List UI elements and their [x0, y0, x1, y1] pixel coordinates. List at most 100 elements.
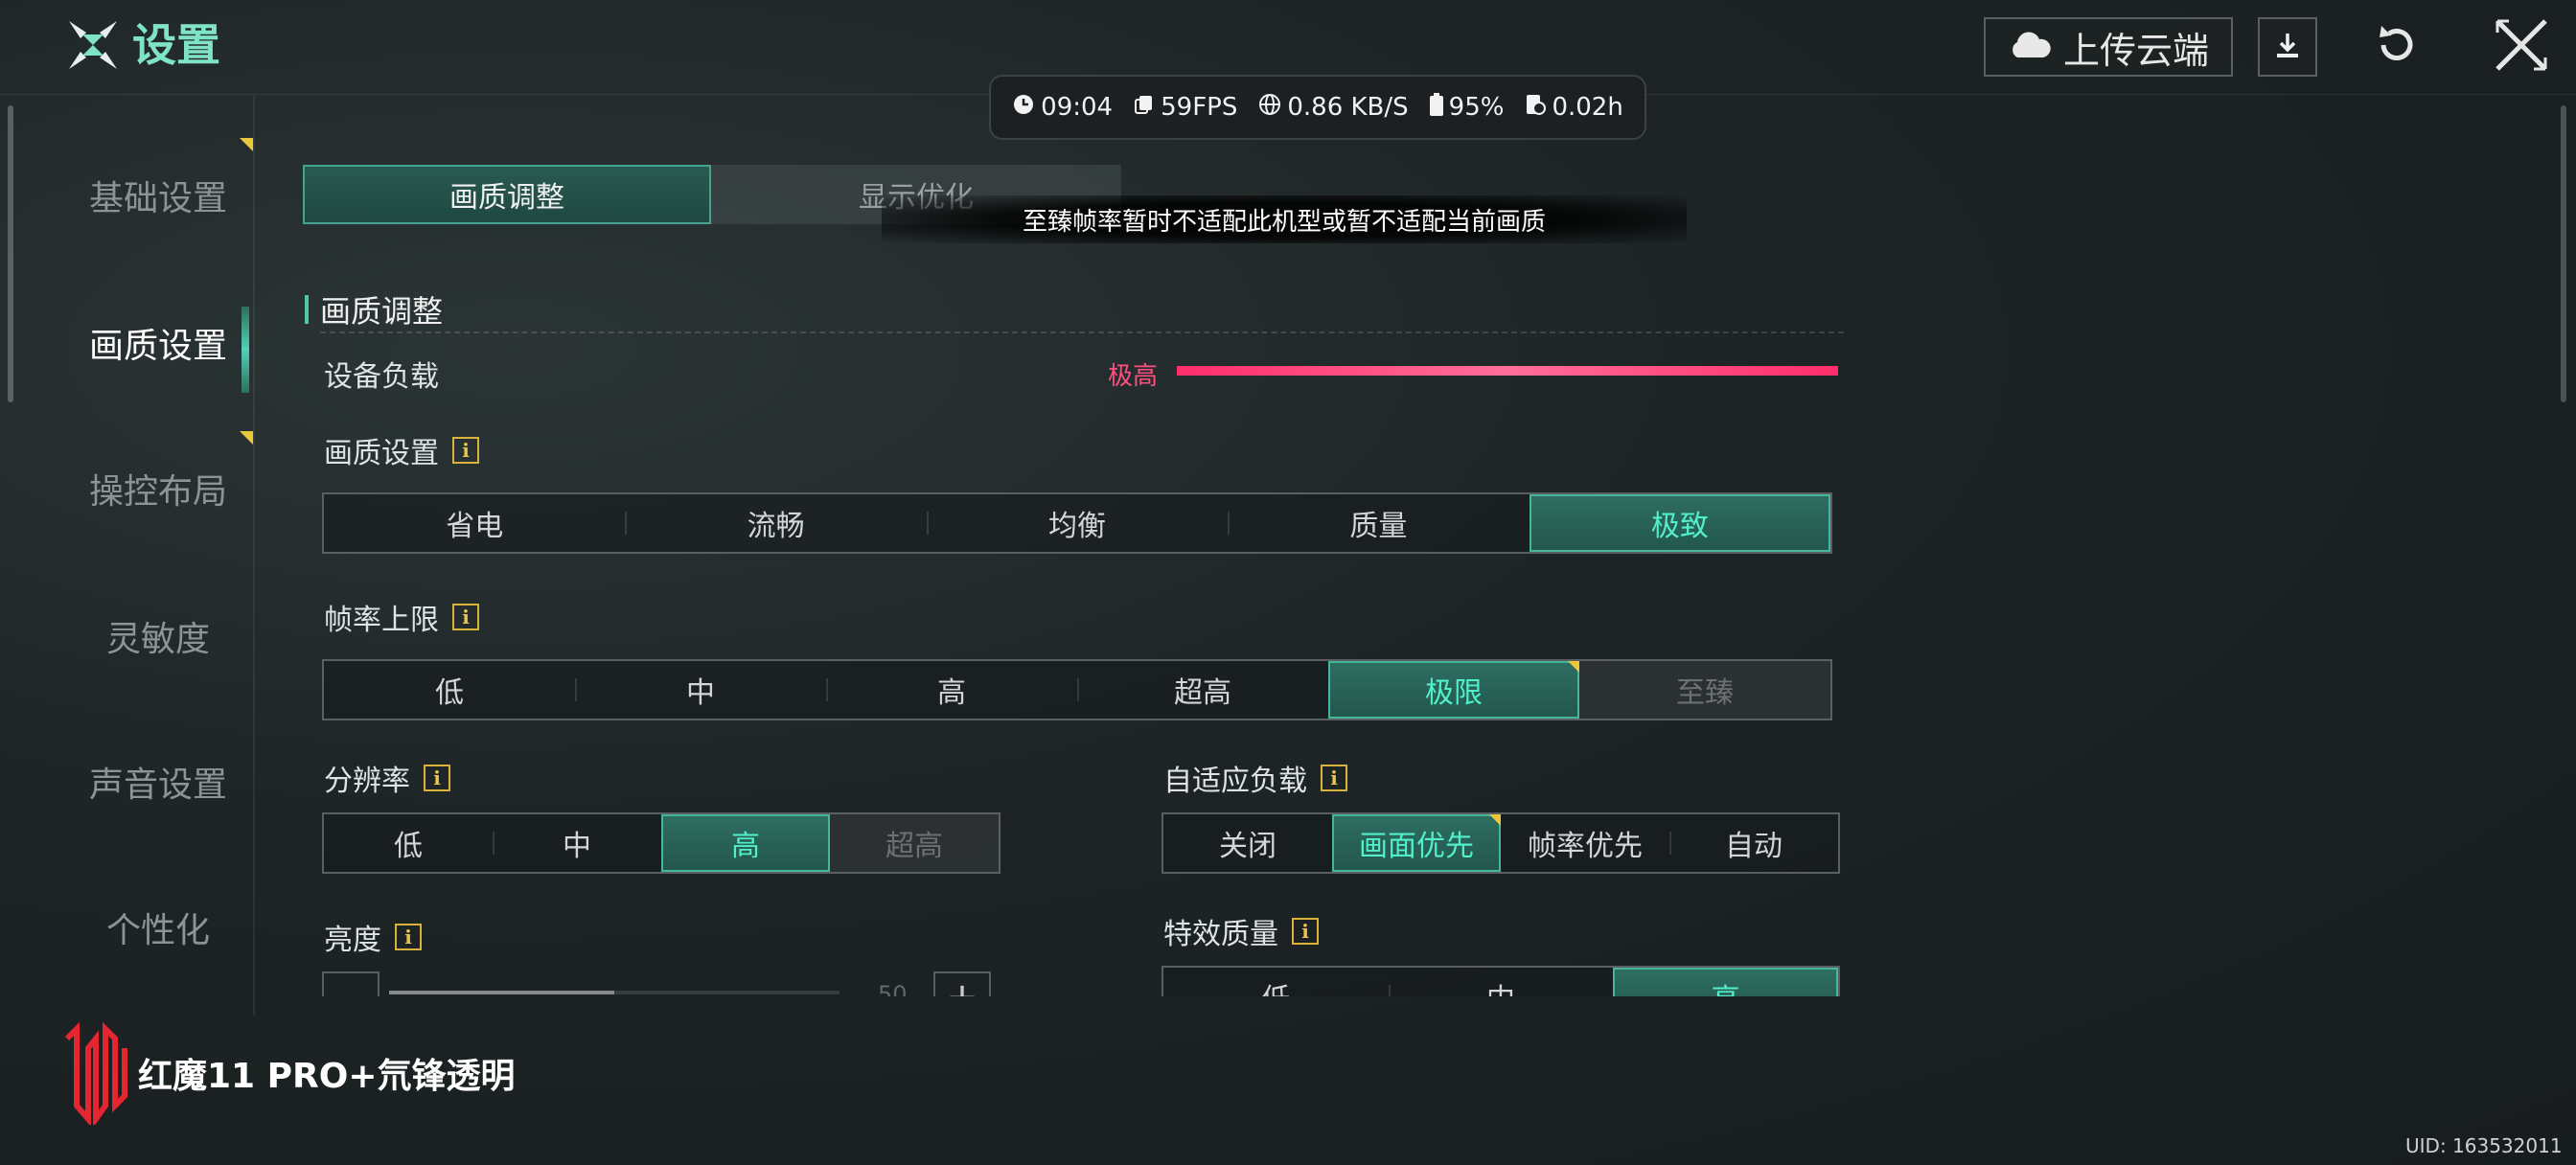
- section-divider: [320, 331, 1844, 333]
- download-button[interactable]: [2258, 17, 2317, 77]
- sidebar-item-personalize[interactable]: 个性化: [38, 893, 278, 970]
- adaptive-load-label-text: 自适应负载: [1163, 765, 1307, 798]
- fps-option[interactable]: 极限: [1328, 661, 1579, 719]
- quality-option[interactable]: 均衡: [926, 494, 1228, 552]
- info-icon[interactable]: i: [1321, 765, 1347, 791]
- option-label: 极限: [1425, 676, 1483, 710]
- adaptive-load-option[interactable]: 自动: [1669, 814, 1838, 872]
- adaptive-load-option[interactable]: 画面优先: [1332, 814, 1501, 872]
- resolution-option[interactable]: 高: [661, 814, 830, 872]
- option-label: 中: [563, 830, 591, 863]
- quality-option[interactable]: 质量: [1228, 494, 1529, 552]
- option-label: 中: [686, 676, 715, 710]
- device-load-bar: [1177, 366, 1838, 376]
- resolution-selector: 低 中 高 超高: [322, 812, 1000, 874]
- option-label: 超高: [1174, 676, 1231, 710]
- fps-option[interactable]: 超高: [1077, 661, 1328, 719]
- brightness-increase-button[interactable]: +: [933, 971, 991, 996]
- perf-duration-value: 0.02h: [1552, 93, 1623, 122]
- app-logo-icon: [65, 17, 121, 73]
- perf-network: 0.86 KB/S: [1258, 93, 1409, 123]
- section-marker: [305, 295, 309, 324]
- section-title: 画质调整: [320, 293, 444, 330]
- sidebar-item-label: 声音设置: [88, 765, 227, 805]
- sidebar-divider: [253, 96, 255, 1016]
- device-load-value: 极高: [1108, 362, 1159, 391]
- quality-option[interactable]: 流畅: [625, 494, 926, 552]
- resolution-label: 分辨率 i: [324, 757, 450, 799]
- upload-cloud-button[interactable]: 上传云端: [1984, 17, 2233, 77]
- effect-quality-option[interactable]: 低: [1163, 968, 1389, 996]
- option-label: 高: [937, 676, 966, 710]
- adaptive-load-selector: 关闭 画面优先 帧率优先 自动: [1162, 812, 1840, 874]
- brightness-slider-fill: [389, 991, 614, 994]
- sidebar-item-sound[interactable]: 声音设置: [38, 747, 278, 824]
- perf-battery-value: 95%: [1448, 93, 1505, 122]
- effect-quality-label: 特效质量 i: [1163, 910, 1319, 952]
- effect-quality-selector: 低中高: [1162, 966, 1840, 996]
- redmagic-logo-icon: [59, 1019, 132, 1129]
- content-scrollbar[interactable]: [2561, 105, 2566, 402]
- resolution-label-text: 分辨率: [324, 765, 410, 798]
- sidebar-item-basic[interactable]: 基础设置: [38, 161, 278, 238]
- sidebar-active-indicator: [242, 307, 249, 393]
- toast-text: 至臻帧率暂时不适配此机型或暂不适配当前画质: [1022, 207, 1546, 237]
- info-icon[interactable]: i: [424, 765, 450, 791]
- option-label: 超高: [886, 830, 943, 863]
- battery-time-icon: [1525, 93, 1547, 123]
- sidebar-item-label: 个性化: [105, 911, 210, 950]
- sidebar-item-label: 画质设置: [88, 327, 227, 366]
- sidebar-item-label: 操控布局: [88, 472, 227, 512]
- new-indicator: [240, 138, 253, 151]
- info-icon[interactable]: i: [395, 924, 422, 950]
- effect-quality-option[interactable]: 中: [1388, 968, 1614, 996]
- fps-option[interactable]: 低: [324, 661, 575, 719]
- adaptive-load-label: 自适应负载 i: [1163, 757, 1347, 799]
- option-label: 高: [731, 830, 760, 863]
- adaptive-load-option[interactable]: 帧率优先: [1501, 814, 1669, 872]
- quality-option[interactable]: 极致: [1529, 494, 1831, 552]
- tab-quality-adjust[interactable]: 画质调整: [303, 165, 711, 224]
- device-load-label-text: 设备负载: [324, 360, 439, 394]
- quality-option[interactable]: 省电: [324, 494, 625, 552]
- globe-icon: [1258, 93, 1281, 123]
- fps-option[interactable]: 至臻: [1579, 661, 1830, 719]
- option-label: 至臻: [1676, 676, 1734, 710]
- resolution-option[interactable]: 超高: [830, 814, 999, 872]
- resolution-option[interactable]: 中: [493, 814, 661, 872]
- resolution-option[interactable]: 低: [324, 814, 493, 872]
- option-label: 质量: [1349, 510, 1408, 543]
- fps-limit-selector: 低 中 高 超高 极限 至臻: [322, 659, 1832, 720]
- fps-option[interactable]: 中: [575, 661, 826, 719]
- brightness-slider[interactable]: [389, 991, 840, 994]
- copy-icon: [1134, 93, 1155, 122]
- download-icon: [2273, 31, 2302, 63]
- clock-icon: [1012, 93, 1035, 123]
- sidebar-scrollbar[interactable]: [8, 105, 13, 402]
- info-icon[interactable]: i: [1292, 918, 1319, 945]
- sidebar-item-sensitivity[interactable]: 灵敏度: [38, 602, 278, 678]
- reset-button[interactable]: [2363, 17, 2430, 77]
- tab-label: 画质调整: [449, 181, 564, 215]
- adaptive-load-option[interactable]: 关闭: [1163, 814, 1332, 872]
- sidebar-item-controls[interactable]: 操控布局: [38, 454, 278, 531]
- info-icon[interactable]: i: [452, 437, 479, 464]
- fps-option[interactable]: 高: [826, 661, 1077, 719]
- close-button[interactable]: [2490, 15, 2553, 79]
- brightness-decrease-button[interactable]: [322, 971, 380, 996]
- sidebar-item-label: 灵敏度: [105, 620, 210, 659]
- option-label: 中: [1486, 975, 1515, 996]
- option-label: 低: [1261, 975, 1290, 996]
- option-label: 流畅: [747, 510, 805, 543]
- upload-cloud-label: 上传云端: [2062, 29, 2209, 72]
- option-label: 画面优先: [1359, 830, 1474, 863]
- option-label: 自动: [1725, 830, 1782, 863]
- brightness-label: 亮度 i: [324, 916, 422, 958]
- quality-setting-label-text: 画质设置: [324, 437, 439, 470]
- effect-quality-option[interactable]: 高: [1613, 968, 1839, 996]
- device-load-label: 设备负载: [324, 353, 439, 395]
- quality-selector: 省电 流畅 均衡 质量 极致: [322, 492, 1832, 554]
- info-icon[interactable]: i: [452, 604, 479, 630]
- option-label: 低: [435, 676, 464, 710]
- quality-setting-label: 画质设置 i: [324, 429, 479, 471]
